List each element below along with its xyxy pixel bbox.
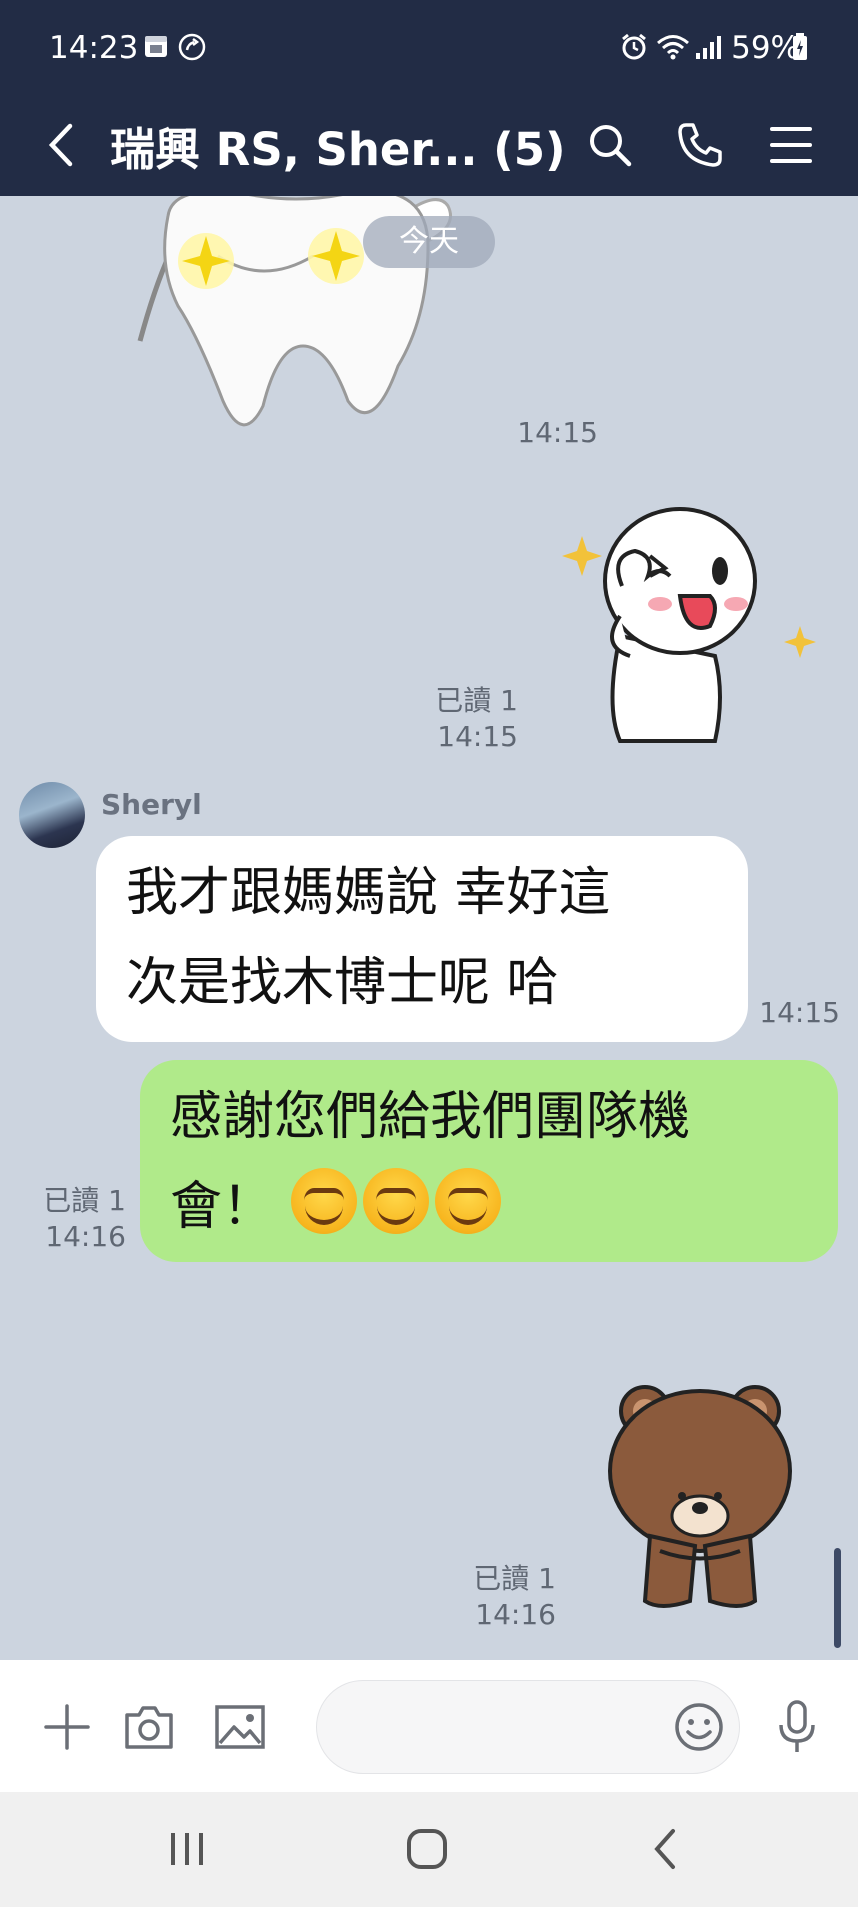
read-receipt: 已讀 1: [435, 684, 518, 717]
avatar[interactable]: [19, 782, 85, 848]
signal-icon: [696, 36, 721, 59]
incoming-message-bubble[interactable]: 我才跟媽媽說 幸好這 次是找木博士呢 哈: [96, 836, 748, 1042]
message-text-line: 我才跟媽媽說 幸好這: [126, 863, 611, 923]
cony-sticker[interactable]: [560, 496, 820, 746]
alarm-icon: [622, 33, 646, 60]
message-input-bar: [0, 1660, 858, 1792]
smiling-face-emoji: [362, 1168, 429, 1234]
menu-icon: [770, 127, 812, 163]
back-button[interactable]: [30, 113, 94, 177]
home-icon: [407, 1829, 447, 1869]
camera-icon: [125, 1706, 173, 1749]
chat-area[interactable]: 今天 14:15 已讀 1 14:15 Sheryl 我才跟媽媽說 幸好這 次是…: [0, 196, 858, 1660]
message-time: 14:15: [517, 416, 598, 449]
mic-icon: [779, 1700, 815, 1752]
search-icon: [590, 125, 632, 167]
message-time: 14:15: [437, 720, 518, 753]
back-icon: [48, 123, 73, 167]
emoji-button[interactable]: [666, 1694, 732, 1760]
message-time: 14:16: [475, 1598, 556, 1631]
brown-bear-sticker[interactable]: [600, 1376, 800, 1616]
chat-header: 瑞興 RS, Sher... (5): [0, 95, 858, 196]
wifi-icon: [657, 35, 689, 60]
camera-button[interactable]: [116, 1694, 182, 1760]
message-text-line: 感謝您們給我們團隊機: [170, 1087, 691, 1147]
home-button[interactable]: [392, 1816, 462, 1882]
menu-button[interactable]: [759, 113, 823, 177]
voice-button[interactable]: [764, 1694, 830, 1760]
scrollbar[interactable]: [834, 1548, 841, 1648]
status-time: 14:23: [49, 30, 139, 66]
call-button[interactable]: [668, 113, 732, 177]
add-attachment-button[interactable]: [34, 1694, 100, 1760]
nav-back-button[interactable]: [630, 1816, 700, 1882]
call-forward-icon: [178, 33, 206, 61]
chat-title[interactable]: 瑞興 RS, Sher... (5): [110, 113, 566, 178]
image-icon: [215, 1705, 265, 1749]
battery-percentage: 59%: [731, 30, 800, 66]
message-text-line: 次是找木博士呢 哈: [126, 953, 559, 1013]
message-text-line: 會！: [170, 1177, 275, 1237]
calendar-icon: [145, 36, 167, 57]
emoji-icon: [675, 1703, 723, 1751]
sender-name: Sheryl: [101, 788, 202, 821]
read-receipt: 已讀 1: [43, 1184, 126, 1217]
read-receipt: 已讀 1: [473, 1562, 556, 1595]
plus-icon: [44, 1704, 90, 1750]
image-button[interactable]: [207, 1694, 273, 1760]
message-time: 14:16: [45, 1220, 126, 1253]
smiling-face-emoji: [434, 1168, 501, 1234]
smiling-face-emoji: [290, 1168, 357, 1234]
recent-apps-icon: [171, 1833, 203, 1865]
battery-icon: [793, 33, 807, 60]
system-nav-bar: [0, 1792, 858, 1907]
nav-back-icon: [654, 1829, 675, 1869]
phone-icon: [678, 123, 722, 167]
message-time: 14:15: [759, 996, 840, 1029]
status-bar: 14:23 59%: [0, 0, 858, 95]
date-divider: 今天: [363, 216, 495, 268]
outgoing-message-bubble[interactable]: 感謝您們給我們團隊機 會！: [140, 1060, 838, 1262]
search-button[interactable]: [578, 113, 642, 177]
recent-apps-button[interactable]: [152, 1816, 222, 1882]
